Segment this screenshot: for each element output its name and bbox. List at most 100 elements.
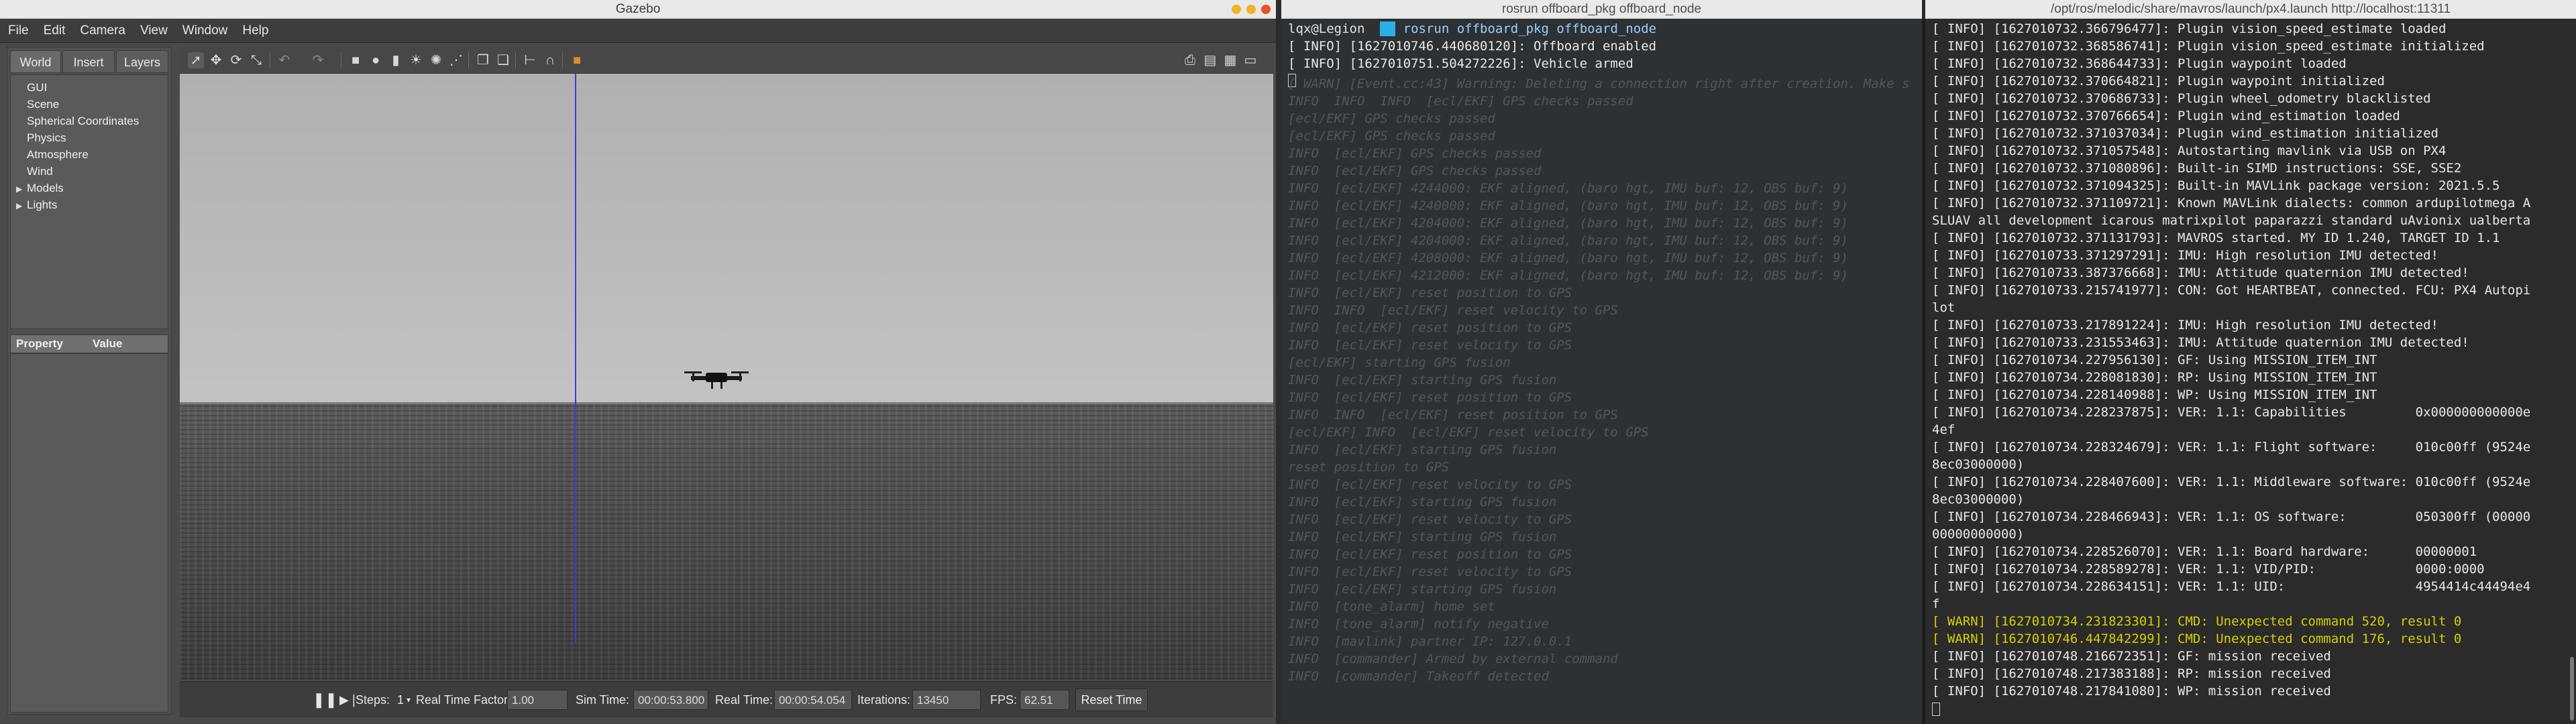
video-record-icon[interactable]: ▭ (1242, 52, 1258, 68)
value-column-header[interactable]: Value (93, 335, 122, 353)
ground-plane (180, 402, 1273, 680)
info-log-line: [ INFO] [1627010733.215741977]: CON: Got… (1932, 283, 2531, 298)
select-arrow-icon[interactable]: ➚ (188, 52, 204, 68)
faded-log-line: [ecl/EKF] INFO [ecl/EKF] reset velocity … (1288, 425, 1649, 440)
drone-model[interactable] (676, 366, 757, 393)
info-log-line: [ INFO] [1627010732.371109721]: Known MA… (1932, 196, 2531, 210)
info-log-line: [ INFO] [1627010748.217841080]: WP: miss… (1932, 684, 2331, 699)
faded-log-line: INFO [ecl/EKF] starting GPS fusion (1288, 442, 1557, 457)
pause-icon[interactable]: ❚❚ (313, 682, 337, 718)
maximize-button[interactable] (1246, 5, 1256, 14)
info-log-line: [ INFO] [1627010734.228081830]: RP: Usin… (1932, 370, 2377, 385)
scene-viewport[interactable] (180, 74, 1273, 680)
change-view-icon[interactable]: ■ (569, 52, 585, 68)
info-log-line: 8ec03000000) (1932, 492, 2025, 507)
faded-log-line: INFO [ecl/EKF] GPS checks passed (1288, 146, 1542, 161)
bottom-status-bar: ❚❚ ▶❘ Steps: 1 ▾ Real Time Factor: 1.00 … (180, 681, 1273, 717)
menu-view[interactable]: View (132, 19, 174, 43)
terminal-titlebar[interactable]: /opt/ros/melodic/share/mavros/launch/px4… (1925, 0, 2576, 19)
faded-log-line: INFO INFO INFO [ecl/EKF] GPS checks pass… (1288, 94, 1633, 109)
terminal-px4-launch[interactable]: /opt/ros/melodic/share/mavros/launch/px4… (1925, 0, 2576, 724)
rotate-icon[interactable]: ⟳ (228, 52, 244, 68)
faded-log-line: INFO [tone_alarm] notify negative (1288, 617, 1549, 631)
tree-item-scene[interactable]: Scene (11, 96, 168, 113)
faded-log-line: INFO [ecl/EKF] starting GPS fusion (1288, 582, 1557, 597)
steps-label: Steps: (356, 693, 390, 707)
chevron-down-icon[interactable]: ▾ (407, 682, 411, 718)
translate-icon[interactable]: ✥ (208, 52, 224, 68)
close-button[interactable] (1261, 5, 1271, 14)
info-log-line: [ INFO] [1627010732.368586741]: Plugin v… (1932, 39, 2485, 54)
paste-icon[interactable]: ❏ (495, 52, 511, 68)
box-shape-icon[interactable]: ■ (347, 52, 364, 68)
menu-help[interactable]: Help (234, 19, 275, 43)
menu-camera[interactable]: Camera (72, 19, 132, 43)
reset-time-button[interactable]: Reset Time (1075, 688, 1148, 711)
info-log-line: 00000000000) (1932, 527, 2025, 542)
faded-log-line: INFO [ecl/EKF] reset velocity to GPS (1288, 564, 1572, 579)
faded-log-line: INFO [ecl/EKF] starting GPS fusion (1288, 530, 1557, 544)
info-log-line: [ INFO] [1627010734.228237875]: VER: 1.1… (1932, 405, 2531, 420)
prompt-line: lqx@Legion ~▶ rosrun offboard_pkg offboa… (1288, 20, 1656, 38)
iterations-label: Iterations: (857, 693, 911, 707)
menu-edit[interactable]: Edit (36, 19, 72, 43)
terminal-titlebar[interactable]: rosrun offboard_pkg offboard_node (1281, 0, 1922, 19)
horizon (180, 402, 1273, 404)
scrollbar-thumb[interactable] (2570, 657, 2574, 721)
toolbar-separator (562, 52, 563, 68)
tab-insert[interactable]: Insert (62, 50, 115, 73)
menu-file[interactable]: File (0, 19, 36, 43)
tree-item-wind[interactable]: Wind (11, 163, 168, 180)
scale-icon[interactable]: ⤡ (248, 52, 264, 68)
prompt-user: lqx@Legion (1288, 21, 1365, 36)
directional-light-icon[interactable]: ⋰ (448, 52, 464, 68)
point-light-icon[interactable]: ☀ (408, 52, 424, 68)
snap-icon[interactable]: ∩ (542, 52, 558, 68)
info-log-line: [ INFO] [1627010732.366796477]: Plugin v… (1932, 21, 2447, 36)
spot-light-icon[interactable]: ✺ (428, 52, 444, 68)
real-time-field: 00:00:54.054 (774, 690, 852, 710)
warn-log-line: [ WARN] [1627010746.447842299]: CMD: Une… (1932, 631, 2462, 646)
tab-world[interactable]: World (10, 50, 61, 73)
terminal-title: rosrun offboard_pkg offboard_node (1501, 2, 1702, 16)
tab-layers[interactable]: Layers (116, 50, 168, 73)
faded-log-line: [ecl/EKF] GPS checks passed (1288, 111, 1495, 126)
copy-icon[interactable]: ❐ (475, 52, 491, 68)
tree-item-gui[interactable]: GUI (11, 79, 168, 96)
undo-icon[interactable]: ↶ (276, 52, 292, 68)
align-icon[interactable]: ⊢ (522, 52, 538, 68)
info-log-line: f (1932, 597, 1940, 611)
info-log-line: [ INFO] [1627010733.231553463]: IMU: Att… (1932, 335, 2469, 350)
minimize-button[interactable] (1232, 5, 1241, 14)
scrollbar[interactable] (2569, 19, 2575, 724)
faded-log-line: INFO [ecl/EKF] starting GPS fusion (1288, 373, 1557, 387)
plot-icon[interactable]: ▦ (1222, 52, 1238, 68)
iterations-field: 13450 (912, 690, 981, 710)
tree-item-physics[interactable]: Physics (11, 129, 168, 146)
info-log-line: [ INFO] [1627010732.370686733]: Plugin w… (1932, 91, 2431, 106)
cylinder-shape-icon[interactable]: ▮ (388, 52, 404, 68)
sim-time-label: Sim Time: (576, 693, 630, 707)
faded-log-line: INFO [ecl/EKF] 4204000: EKF aligned, (ba… (1288, 233, 1849, 248)
gazebo-titlebar[interactable]: Gazebo (0, 0, 1276, 19)
faded-log-line: reset position to GPS (1288, 460, 1450, 475)
screenshot-icon[interactable]: ⎙ (1182, 52, 1198, 68)
steps-value[interactable]: 1 (397, 682, 404, 718)
faded-log-line: INFO [ecl/EKF] GPS checks passed (1288, 164, 1542, 178)
info-log-line: [ INFO] [1627010734.228634151]: VER: 1.1… (1932, 579, 2531, 594)
log-icon[interactable]: ▤ (1202, 52, 1218, 68)
tree-item-models[interactable]: ▶ Models (11, 180, 168, 196)
tree-item-atmosphere[interactable]: Atmosphere (11, 146, 168, 163)
expand-arrow-icon[interactable]: ▶ (16, 198, 27, 215)
prompt-command: rosrun offboard_pkg offboard_node (1403, 21, 1657, 36)
property-column-header[interactable]: Property (16, 335, 63, 353)
faded-log-line: INFO [ecl/EKF] starting GPS fusion (1288, 495, 1557, 509)
redo-icon[interactable]: ↷ (310, 52, 326, 68)
sphere-shape-icon[interactable]: ● (368, 52, 384, 68)
tree-item-lights[interactable]: ▶ Lights (11, 196, 168, 213)
tree-item-spherical-coordinates[interactable]: Spherical Coordinates (11, 113, 168, 129)
expand-arrow-icon[interactable]: ▶ (16, 181, 27, 198)
terminal-offboard-node[interactable]: rosrun offboard_pkg offboard_node lqx@Le… (1281, 0, 1922, 724)
info-log-line: [ INFO] [1627010734.227956130]: GF: Usin… (1932, 353, 2377, 367)
menu-window[interactable]: Window (174, 19, 235, 43)
